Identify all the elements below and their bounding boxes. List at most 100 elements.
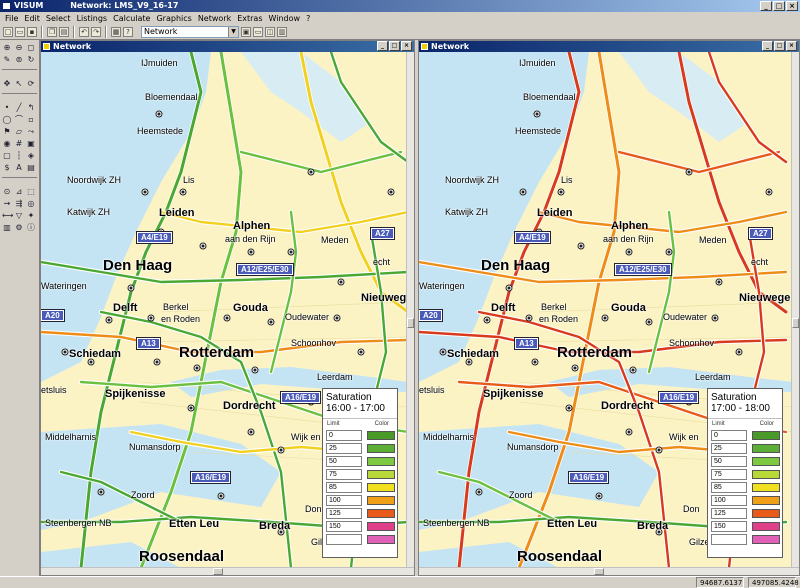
zoom-window-icon[interactable]: ◻	[26, 43, 36, 53]
legend-color-swatch[interactable]	[367, 457, 395, 466]
node-icon[interactable]: •	[2, 103, 12, 113]
select-link-icon[interactable]: ⊿	[14, 187, 24, 197]
legend-color-swatch[interactable]	[367, 509, 395, 518]
polygon-icon[interactable]: ▱	[14, 127, 24, 137]
save-icon[interactable]: ▪	[27, 26, 37, 37]
legend-color-swatch[interactable]	[752, 470, 780, 479]
legend-limit-value[interactable]	[326, 534, 362, 545]
zone-icon[interactable]: ◯	[2, 115, 12, 125]
window-close-button[interactable]: ×	[786, 41, 797, 51]
legend-limit-value[interactable]: 50	[326, 456, 362, 467]
horizontal-scroll-thumb[interactable]	[593, 568, 604, 575]
legend-color-swatch[interactable]	[367, 496, 395, 505]
legend-limit-value[interactable]: 75	[711, 469, 747, 480]
legend-limit-value[interactable]: 85	[711, 482, 747, 493]
redraw-icon[interactable]: ⟳	[26, 79, 36, 89]
window-maximize-button[interactable]: □	[389, 41, 400, 51]
network-map-canvas[interactable]: IJmuiden Bloemendaal Heemstede Noordwijk…	[41, 52, 408, 568]
redo-icon[interactable]: ↷	[91, 26, 101, 37]
menu-graphics[interactable]: Graphics	[153, 14, 194, 23]
menu-listings[interactable]: Listings	[74, 14, 111, 23]
print-icon[interactable]: ▦	[111, 26, 121, 37]
maximize-button[interactable]: □	[773, 1, 785, 11]
menu-window[interactable]: Window	[266, 14, 304, 23]
zoom-in-icon[interactable]: ⊕	[2, 43, 12, 53]
window-arrange-icon[interactable]: ▥	[277, 26, 287, 37]
vertical-scrollbar[interactable]	[406, 52, 414, 568]
detector-icon[interactable]: ▣	[26, 139, 36, 149]
legend-limit-value[interactable]	[711, 534, 747, 545]
legend-color-swatch[interactable]	[367, 535, 395, 544]
info-icon[interactable]: ⓘ	[26, 223, 36, 233]
connector-icon[interactable]: ⌒	[14, 115, 24, 125]
network-map-canvas[interactable]: IJmuiden Bloemendaal Heemstede Noordwijk…	[419, 52, 793, 568]
graphic-parameters-icon[interactable]: ✦	[26, 211, 36, 221]
menu-extras[interactable]: Extras	[234, 14, 265, 23]
copy-icon[interactable]: ❐	[47, 26, 57, 37]
menu-file[interactable]: File	[2, 14, 21, 23]
link-icon[interactable]: ╱	[14, 103, 24, 113]
rotate-icon[interactable]: ↻	[26, 55, 36, 65]
menu-edit[interactable]: Edit	[21, 14, 43, 23]
legend-color-swatch[interactable]	[367, 444, 395, 453]
window-minimize-button[interactable]: _	[377, 41, 388, 51]
territory-icon[interactable]: ▢	[2, 151, 12, 161]
legend-color-swatch[interactable]	[367, 470, 395, 479]
vertical-scrollbar[interactable]	[791, 52, 799, 568]
legend-color-swatch[interactable]	[367, 431, 395, 440]
legend-limit-value[interactable]: 0	[711, 430, 747, 441]
legend-color-swatch[interactable]	[752, 509, 780, 518]
stop-point-icon[interactable]: ◉	[2, 139, 12, 149]
screenline-icon[interactable]: ┆	[14, 151, 24, 161]
legend-limit-value[interactable]: 25	[326, 443, 362, 454]
menu-help[interactable]: ?	[303, 14, 313, 23]
legend-color-swatch[interactable]	[752, 431, 780, 440]
open-file-icon[interactable]: ▭	[15, 26, 25, 37]
legend-color-swatch[interactable]	[752, 444, 780, 453]
window-cascade-icon[interactable]: ▣	[241, 26, 251, 37]
menu-select[interactable]: Select	[43, 14, 74, 23]
legend-limit-value[interactable]: 85	[326, 482, 362, 493]
settings-icon[interactable]: ⚙	[14, 223, 24, 233]
window-close-button[interactable]: ×	[401, 41, 412, 51]
horizontal-scrollbar[interactable]	[41, 567, 414, 575]
filter-icon[interactable]: ▽	[14, 211, 24, 221]
legend-color-swatch[interactable]	[752, 483, 780, 492]
window-tile-horizontal-icon[interactable]: ▭	[253, 26, 263, 37]
new-file-icon[interactable]: □	[3, 26, 13, 37]
legend-limit-value[interactable]: 125	[711, 508, 747, 519]
legend-color-swatch[interactable]	[367, 522, 395, 531]
select-area-icon[interactable]: ⬚	[26, 187, 36, 197]
window-minimize-button[interactable]: _	[762, 41, 773, 51]
view-combo[interactable]: Network ▼	[141, 25, 239, 38]
legend-color-swatch[interactable]	[367, 483, 395, 492]
select-node-icon[interactable]: ⊙	[2, 187, 12, 197]
legend-icon[interactable]: ▤	[26, 163, 36, 173]
legend-limit-value[interactable]: 150	[326, 521, 362, 532]
undo-icon[interactable]: ↶	[79, 26, 89, 37]
vertical-scroll-thumb[interactable]	[792, 318, 799, 328]
pointer-icon[interactable]: ↖	[14, 79, 24, 89]
help-pointer-icon[interactable]: ?	[123, 26, 133, 37]
legend-color-swatch[interactable]	[752, 535, 780, 544]
pan-icon[interactable]: ✥	[2, 79, 12, 89]
text-icon[interactable]: A	[14, 163, 24, 173]
legend-color-swatch[interactable]	[752, 496, 780, 505]
legend-limit-value[interactable]: 100	[326, 495, 362, 506]
turn-icon[interactable]: ↰	[26, 103, 36, 113]
legend-color-swatch[interactable]	[752, 457, 780, 466]
count-location-icon[interactable]: #	[14, 139, 24, 149]
zoom-out-icon[interactable]: ⊖	[14, 43, 24, 53]
legend-limit-value[interactable]: 50	[711, 456, 747, 467]
window-tile-vertical-icon[interactable]: ◫	[265, 26, 275, 37]
window-maximize-button[interactable]: □	[774, 41, 785, 51]
minimize-button[interactable]: _	[760, 1, 772, 11]
line-route-icon[interactable]: ⤳	[26, 127, 36, 137]
chevron-down-icon[interactable]: ▼	[228, 26, 238, 37]
horizontal-scroll-thumb[interactable]	[212, 568, 223, 575]
isochrone-icon[interactable]: ◎	[26, 199, 36, 209]
horizontal-scrollbar[interactable]	[419, 567, 799, 575]
stop-icon[interactable]: ▫	[26, 115, 36, 125]
legend-limit-value[interactable]: 0	[326, 430, 362, 441]
zoom-all-icon[interactable]: ⊚	[14, 55, 24, 65]
